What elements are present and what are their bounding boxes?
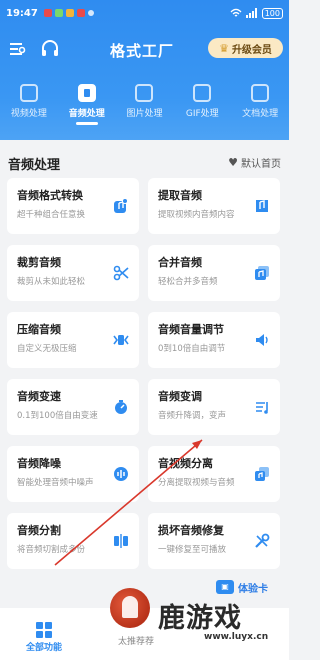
- merge-audio-icon: [254, 265, 270, 281]
- gif-icon: [193, 84, 212, 102]
- notification-icon: [76, 9, 85, 17]
- signal-icon: [245, 8, 258, 18]
- settings-icon[interactable]: [8, 40, 26, 58]
- notification-icon: [65, 9, 74, 17]
- tab-audio[interactable]: 音频处理: [58, 82, 116, 128]
- tool-card-split-audio[interactable]: 音频分割 将音频切割成多份: [7, 513, 139, 569]
- tool-card-av-separate[interactable]: 音视频分离 分离提取视频与音频: [148, 446, 280, 502]
- trial-card-button[interactable]: ▣ 体验卡: [216, 578, 282, 596]
- scissors-icon: [113, 265, 129, 281]
- default-home-button[interactable]: ♥ 默认首页: [228, 155, 281, 170]
- headset-icon[interactable]: [40, 39, 60, 59]
- tab-gif[interactable]: GIF处理: [173, 82, 231, 128]
- tab-label: 文档处理: [242, 109, 279, 119]
- separate-icon: [254, 466, 270, 482]
- watermark-url: www.luyx.cn: [204, 632, 269, 642]
- tool-card-trim-audio[interactable]: 裁剪音频 裁剪从未如此轻松: [7, 245, 139, 301]
- split-audio-icon: [113, 533, 129, 549]
- nav-all-label: 全部功能: [25, 643, 62, 653]
- category-tabs: 视频处理 音频处理 图片处理 GIF处理 文档处理: [0, 82, 289, 128]
- wifi-icon: [230, 8, 242, 18]
- active-tab-indicator: [75, 122, 98, 125]
- ticket-icon: ▣: [216, 580, 234, 594]
- pitch-icon: [254, 399, 270, 415]
- tab-label: 图片处理: [126, 109, 163, 119]
- tab-label: 视频处理: [10, 109, 47, 119]
- tool-card-volume-adjust[interactable]: 音频音量调节 0到10倍自由调节: [148, 312, 280, 368]
- trial-card-label: 体验卡: [238, 583, 268, 595]
- section-title: 音频处理: [8, 158, 61, 173]
- battery-indicator: 100: [261, 7, 283, 19]
- top-bar: 格式工厂 ♛ 升级会员: [0, 36, 289, 62]
- tool-card-compress-audio[interactable]: 压缩音频 自定义无极压缩: [7, 312, 139, 368]
- repair-icon: [254, 533, 270, 549]
- tab-video[interactable]: 视频处理: [0, 82, 58, 128]
- nav-recommend[interactable]: 太推荐荐: [118, 634, 154, 647]
- upgrade-vip-button[interactable]: ♛ 升级会员: [208, 38, 283, 58]
- audio-convert-icon: [113, 198, 129, 214]
- tool-card-repair-audio[interactable]: 损坏音频修复 一键修复至可播放: [148, 513, 280, 569]
- tool-card-audio-pitch[interactable]: 音频变调 音频升降调，变声: [148, 379, 280, 435]
- app-header: 19:47 100 格式工厂 ♛ 升级会员 视频处理 音频处理 图片处理 GIF…: [0, 0, 289, 140]
- nav-all-features[interactable]: 全部功能: [22, 622, 66, 653]
- tab-image[interactable]: 图片处理: [116, 82, 174, 128]
- image-icon: [135, 84, 154, 102]
- volume-icon: [254, 332, 270, 348]
- speed-icon: [113, 399, 129, 415]
- tab-label: GIF处理: [185, 109, 219, 119]
- tab-label: 音频处理: [68, 109, 105, 119]
- tool-card-merge-audio[interactable]: 合并音频 轻松合并多音频: [148, 245, 280, 301]
- crown-icon: ♛: [219, 41, 229, 55]
- status-bar: 19:47 100: [6, 6, 283, 20]
- grid-icon: [36, 622, 52, 638]
- default-home-label: 默认首页: [241, 159, 281, 170]
- audio-icon: [77, 84, 96, 102]
- compress-audio-icon: [113, 332, 129, 348]
- document-icon: [251, 84, 270, 102]
- upgrade-vip-label: 升级会员: [231, 44, 272, 56]
- watermark-text: 鹿游戏: [158, 603, 242, 634]
- notification-icon: [54, 9, 63, 17]
- tool-card-extract-audio[interactable]: 提取音频 提取视频内音频内容: [148, 178, 280, 234]
- notification-icon: [43, 9, 52, 17]
- tab-document[interactable]: 文档处理: [231, 82, 289, 128]
- app-title: 格式工厂: [110, 42, 175, 60]
- tool-card-audio-denoise[interactable]: 音频降噪 智能处理音频中噪声: [7, 446, 139, 502]
- notification-icon: [87, 10, 94, 16]
- tool-card-audio-convert[interactable]: 音频格式转换 超千种组合任意换: [7, 178, 139, 234]
- tool-card-audio-speed[interactable]: 音频变速 0.1到100倍自由变速: [7, 379, 139, 435]
- heart-icon: ♥: [228, 156, 238, 169]
- watermark-logo: [110, 588, 150, 628]
- extract-audio-icon: [254, 198, 270, 214]
- video-icon: [19, 84, 38, 102]
- denoise-icon: [113, 466, 129, 482]
- status-time: 19:47: [6, 7, 38, 19]
